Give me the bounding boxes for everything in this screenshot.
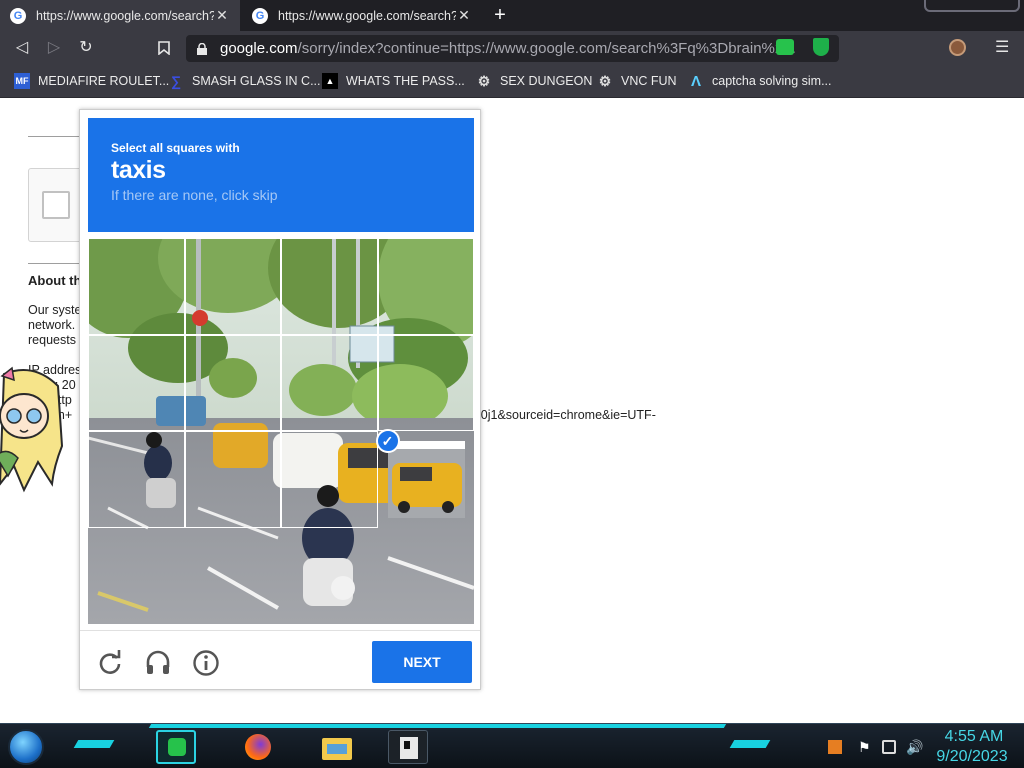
mediafire-icon: MF: [14, 73, 30, 89]
flag-icon[interactable]: ⚑: [858, 740, 872, 754]
bookmark-icon[interactable]: [154, 38, 174, 58]
challenge-header: Select all squares with taxis If there a…: [88, 118, 474, 232]
selected-check-icon: ✓: [375, 429, 400, 453]
menu-icon[interactable]: ☰: [995, 38, 1009, 58]
back-icon[interactable]: ◁: [12, 38, 32, 58]
taskbar-decoration: [148, 724, 727, 728]
browser-toolbar: ◁ ▷ ↻ google.com/sorry/index?continue=ht…: [0, 31, 1024, 65]
captcha-icon: Λ: [690, 72, 701, 90]
grid-tile-12-selected[interactable]: ✓: [375, 429, 475, 528]
grid-tile-2[interactable]: [184, 238, 281, 335]
grid-tile-7[interactable]: [281, 334, 378, 431]
tab-close-icon[interactable]: ✕: [214, 7, 230, 24]
new-tab-button[interactable]: +: [489, 4, 511, 26]
vnc-icon: ⚙: [598, 72, 612, 89]
firefox-icon[interactable]: [240, 730, 280, 764]
grid-tile-11[interactable]: [281, 431, 378, 528]
instruction-text: Select all squares with: [111, 141, 240, 155]
pixel-app-icon[interactable]: [388, 730, 428, 764]
forward-icon[interactable]: ▷: [44, 38, 64, 58]
google-favicon-icon: G: [10, 7, 26, 24]
info-icon[interactable]: [192, 649, 220, 677]
tab-2[interactable]: G https://www.google.com/search?q ✕: [242, 0, 482, 31]
bookmark-item[interactable]: ▲ WHATS THE PASS...: [322, 71, 465, 91]
extension-notes-icon[interactable]: [776, 39, 794, 55]
grid-tile-9[interactable]: [88, 431, 185, 528]
start-button[interactable]: [8, 729, 44, 765]
google-favicon-icon: G: [252, 7, 268, 24]
reload-challenge-icon[interactable]: [96, 649, 124, 677]
body-text: Our syste: [28, 303, 82, 317]
grid-tile-8[interactable]: [377, 334, 474, 431]
sex-dungeon-icon: ⚙: [477, 72, 491, 89]
taskbar-decoration: [729, 740, 771, 748]
extension-shield-icon[interactable]: [813, 38, 829, 56]
bookmark-label: SMASH GLASS IN C...: [192, 74, 321, 88]
cartoon-sticker-icon: [0, 366, 64, 493]
bookmark-item[interactable]: Λ captcha solving sim...: [688, 71, 832, 91]
recaptcha-checkbox[interactable]: [42, 191, 70, 219]
page-url-text: j0j1&sourceid=chrome&ie=UTF-: [478, 408, 656, 422]
grid-tile-4[interactable]: [377, 238, 474, 335]
taskbar: ⚑ 🔊 4:55 AM 9/20/2023: [0, 723, 1024, 768]
grid-tile-10[interactable]: [184, 431, 281, 528]
bookmark-item[interactable]: ⚙ SEX DUNGEON: [476, 71, 593, 91]
tab-title: https://www.google.com/search?q: [278, 8, 456, 23]
tray-app-icon[interactable]: [828, 740, 842, 754]
bookmark-label: VNC FUN: [621, 74, 677, 88]
taskbar-decoration: [73, 740, 115, 748]
tab-1[interactable]: G https://www.google.com/search?q ✕: [0, 0, 240, 31]
selected-tile-image: [387, 441, 465, 518]
bookmark-label: SEX DUNGEON: [500, 74, 593, 88]
bookmark-label: WHATS THE PASS...: [346, 74, 465, 88]
address-bar[interactable]: google.com/sorry/index?continue=https://…: [186, 35, 839, 62]
bookmark-item[interactable]: ⚙ VNC FUN: [597, 71, 677, 91]
password-icon: ▲: [322, 73, 338, 89]
address-domain: google.com: [220, 40, 298, 57]
volume-icon[interactable]: 🔊: [906, 740, 923, 754]
reload-icon[interactable]: ↻: [76, 38, 96, 58]
grid-tile-6[interactable]: [184, 334, 281, 431]
address-path: /sorry/index?continue=https://www.google…: [297, 40, 796, 57]
body-text: requests: [28, 333, 76, 347]
smash-icon: ∑: [171, 73, 181, 89]
clock-time[interactable]: 4:55 AM: [938, 728, 1010, 746]
profile-avatar[interactable]: [949, 39, 966, 56]
image-grid: ✓: [88, 238, 474, 624]
audio-challenge-icon[interactable]: [144, 649, 172, 677]
tab-close-icon[interactable]: ✕: [456, 7, 472, 24]
file-explorer-icon[interactable]: [318, 730, 358, 764]
target-object-text: taxis: [111, 156, 166, 184]
tab-strip: G https://www.google.com/search?q ✕ G ht…: [0, 0, 1024, 31]
bookmarks-bar: MF MEDIAFIRE ROULET... ∑ SMASH GLASS IN …: [0, 65, 1024, 98]
tab-title: https://www.google.com/search?q: [36, 8, 214, 23]
bookmark-label: MEDIAFIRE ROULET...: [38, 74, 170, 88]
bookmark-item[interactable]: MF MEDIAFIRE ROULET...: [14, 71, 169, 91]
bookmark-label: captcha solving sim...: [712, 74, 832, 88]
grid-tile-3[interactable]: [281, 238, 378, 335]
challenge-footer: NEXT: [80, 630, 480, 690]
skip-hint-text: If there are none, click skip: [111, 187, 278, 203]
grid-tile-5[interactable]: [88, 334, 185, 431]
next-button[interactable]: NEXT: [372, 641, 472, 683]
bookmark-item[interactable]: ∑ SMASH GLASS IN C...: [168, 71, 321, 91]
network-icon[interactable]: [882, 740, 896, 754]
clock-date[interactable]: 9/20/2023: [932, 748, 1012, 766]
lock-icon: [197, 42, 207, 55]
captcha-challenge-dialog: Select all squares with taxis If there a…: [79, 109, 481, 690]
grid-tile-1[interactable]: [88, 238, 185, 335]
window-frame-decoration: [924, 0, 1020, 12]
body-text: network.: [28, 318, 76, 332]
notes-app-icon[interactable]: [156, 730, 196, 764]
